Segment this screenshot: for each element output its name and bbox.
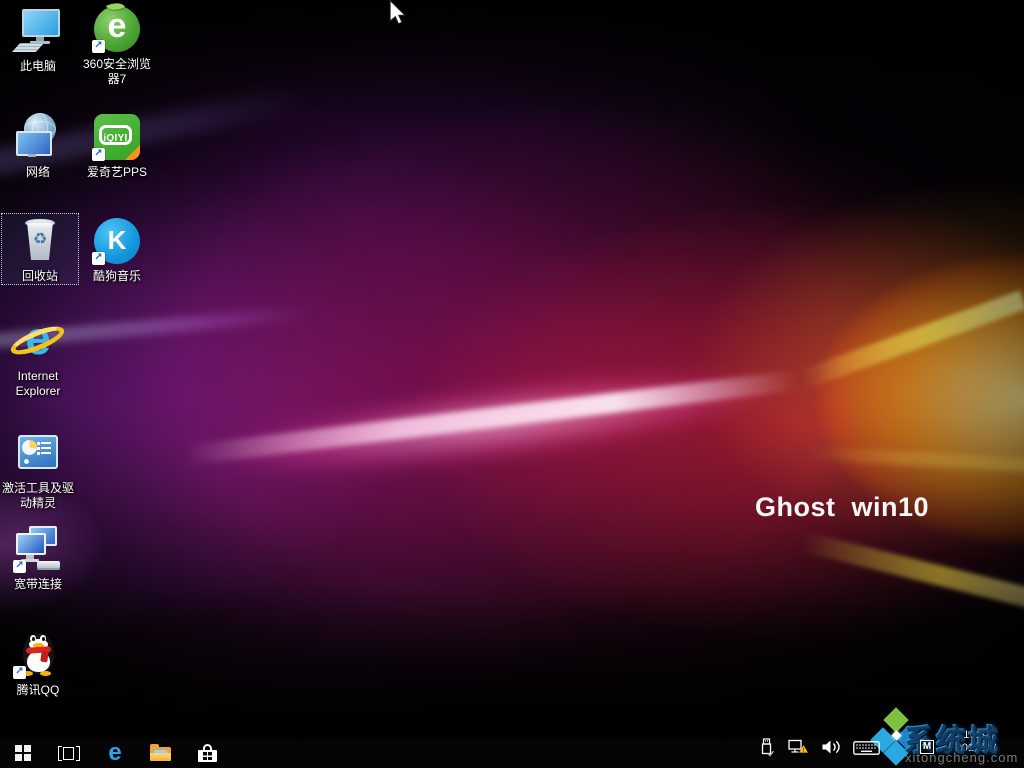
desktop-icon-broadband[interactable]: ↗ 宽带连接: [0, 522, 76, 592]
activation-tools-icon: [14, 429, 62, 477]
desktop-icon-activation-tools[interactable]: 激活工具及驱动精灵: [0, 426, 76, 511]
taskbar-left: e: [0, 738, 238, 768]
usb-device-tray-icon[interactable]: [759, 738, 774, 762]
desktop-icon-label: Internet Explorer: [0, 369, 76, 399]
internet-explorer-icon: e: [14, 317, 62, 365]
store-bag-icon: [198, 744, 217, 762]
edge-icon: e: [108, 741, 121, 765]
svg-text:!: !: [802, 747, 804, 754]
input-method-indicator[interactable]: M: [920, 740, 934, 754]
desktop-icon-label: 腾讯QQ: [0, 683, 76, 698]
recycle-bin-icon: ♻: [16, 217, 64, 265]
shortcut-arrow-icon: ↗: [92, 148, 105, 161]
store-button[interactable]: [192, 738, 222, 768]
wallpaper-text: Ghost win10: [755, 492, 929, 523]
desktop-icon-label: 网络: [0, 165, 76, 180]
windows-logo-icon: [15, 745, 31, 761]
desktop-icon-this-pc[interactable]: 此电脑: [0, 4, 76, 74]
desktop-icon-label: 360安全浏览器7: [79, 57, 155, 87]
broadband-icon: ↗: [14, 525, 62, 573]
desktop-icon-label: 回收站: [2, 269, 78, 284]
this-pc-icon: [14, 7, 62, 55]
shortcut-arrow-icon: ↗: [13, 666, 26, 679]
file-explorer-button[interactable]: [146, 738, 176, 768]
desktop-icon-network[interactable]: 网络: [0, 110, 76, 180]
volume-tray-icon[interactable]: [821, 739, 841, 760]
desktop-icon-label: 酷狗音乐: [79, 269, 155, 284]
start-button[interactable]: [8, 738, 38, 768]
tencent-qq-icon: ↗: [14, 631, 62, 679]
task-view-icon: [58, 746, 80, 761]
360-browser-icon: e ↗: [93, 5, 141, 53]
network-icon: [14, 113, 62, 161]
network-warning-tray-icon[interactable]: !: [788, 739, 809, 761]
shortcut-arrow-icon: ↗: [92, 252, 105, 265]
desktop-icon-internet-explorer[interactable]: e Internet Explorer: [0, 314, 76, 399]
desktop-icon-kugou-music[interactable]: K ↗ 酷狗音乐: [79, 214, 155, 284]
desktop-icon-360-browser[interactable]: e ↗ 360安全浏览器7: [79, 2, 155, 87]
desktop-icon-label: 宽带连接: [0, 577, 76, 592]
task-view-button[interactable]: [54, 738, 84, 768]
kugou-music-icon: K ↗: [93, 217, 141, 265]
desktop-icon-recycle-bin[interactable]: ♻ 回收站: [2, 214, 78, 284]
recycle-symbol: ♻: [16, 229, 64, 249]
desktop-screen: Ghost win10 此电脑 网络 ♻ 回收站 e Internet Expl…: [0, 0, 1024, 768]
desktop-icon-label: 爱奇艺PPS: [79, 165, 155, 180]
clock-date: 2017/4/1: [948, 742, 1006, 755]
desktop-icon-label: 激活工具及驱动精灵: [0, 481, 76, 511]
desktop-icon-label: 此电脑: [0, 59, 76, 74]
desktop-icon-iqiyi-pps[interactable]: iQIYI ↗ 爱奇艺PPS: [79, 110, 155, 180]
edge-taskbar-button[interactable]: e: [100, 738, 130, 768]
taskbar-clock[interactable]: 16:51 2017/4/1: [948, 729, 1006, 755]
folder-icon: [150, 745, 172, 762]
clock-time: 16:51: [948, 729, 1006, 742]
touch-keyboard-tray-icon[interactable]: [853, 741, 880, 760]
iqiyi-pps-icon: iQIYI ↗: [93, 113, 141, 161]
shortcut-arrow-icon: ↗: [13, 560, 26, 573]
desktop-icon-tencent-qq[interactable]: ↗ 腾讯QQ: [0, 628, 76, 698]
shortcut-arrow-icon: ↗: [92, 40, 105, 53]
